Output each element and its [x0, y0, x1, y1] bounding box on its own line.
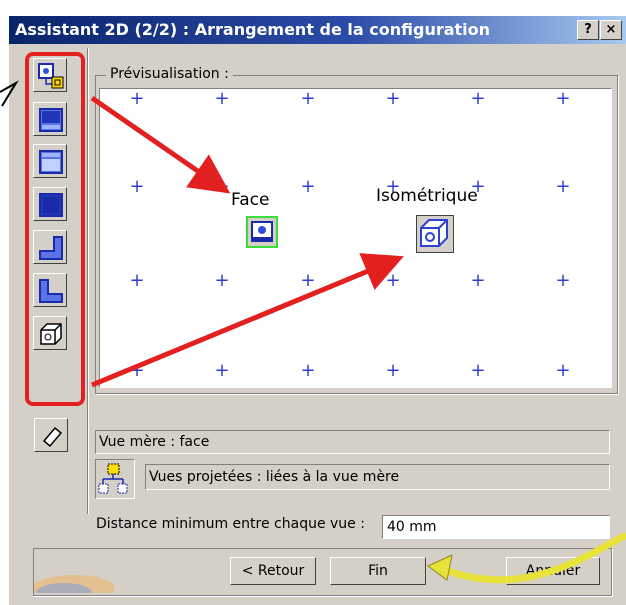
preview-label: Prévisualisation : — [106, 64, 233, 84]
grid-plus-marker: + — [214, 360, 230, 381]
face-view-tile[interactable] — [246, 216, 278, 248]
projected-views-icon — [98, 463, 128, 494]
grid-plus-marker: + — [470, 88, 486, 109]
tool-eraser[interactable] — [34, 418, 68, 452]
grid-plus-marker: + — [129, 270, 145, 291]
grid-plus-marker: + — [385, 360, 401, 381]
grid-plus-marker: + — [385, 88, 401, 109]
grid-plus-marker: + — [555, 270, 571, 291]
grid-plus-marker: + — [300, 270, 316, 291]
isometric-view-tile[interactable] — [416, 215, 454, 253]
grid-plus-marker: + — [470, 360, 486, 381]
isometric-view-icon — [420, 219, 448, 247]
grid-plus-marker: + — [129, 176, 145, 197]
window-title: Assistant 2D (2/2) : Arrangement de la c… — [15, 20, 491, 39]
grid-plus-marker: + — [300, 88, 316, 109]
toolbar-separator-highlight — [88, 48, 89, 514]
toolbar-highlight-box — [25, 52, 85, 406]
finish-button[interactable]: Fin — [330, 557, 426, 585]
back-button[interactable]: < Retour — [230, 557, 316, 585]
close-button[interactable]: × — [600, 20, 622, 40]
grid-plus-marker: + — [470, 270, 486, 291]
grid-plus-marker: + — [300, 176, 316, 197]
grid-plus-marker: + — [385, 270, 401, 291]
grid-plus-marker: + — [129, 88, 145, 109]
grid-plus-marker: + — [300, 360, 316, 381]
grid-plus-marker: + — [214, 88, 230, 109]
grid-plus-marker: + — [555, 176, 571, 197]
distance-input[interactable]: 40 mm — [382, 515, 610, 539]
eraser-icon — [42, 426, 63, 448]
grid-plus-marker: + — [555, 360, 571, 381]
grid-plus-marker: + — [214, 270, 230, 291]
wizard-dialog: Assistant 2D (2/2) : Arrangement de la c… — [0, 0, 626, 605]
grid-plus-marker: + — [555, 88, 571, 109]
title-bar: Assistant 2D (2/2) : Arrangement de la c… — [9, 16, 626, 44]
preview-area: + + + + + + + + + + + + + + + + + + + + + + + + Face Isométriqu… — [99, 88, 612, 388]
distance-label: Distance minimum entre chaque vue : — [96, 516, 365, 532]
grid-plus-marker: + — [129, 360, 145, 381]
projected-views-field: Vues projetées : liées à la vue mère — [145, 464, 610, 490]
cancel-button[interactable]: Annuler — [506, 557, 600, 585]
view-label-face: Face — [231, 190, 270, 210]
parent-view-field: Vue mère : face — [95, 430, 610, 454]
view-label-isometric: Isométrique — [376, 186, 478, 206]
grid-plus-marker: + — [214, 176, 230, 197]
projected-views-icon-box — [95, 459, 135, 499]
front-view-icon — [251, 221, 273, 242]
decorative-swoosh — [34, 575, 114, 593]
help-button[interactable]: ? — [577, 20, 599, 40]
